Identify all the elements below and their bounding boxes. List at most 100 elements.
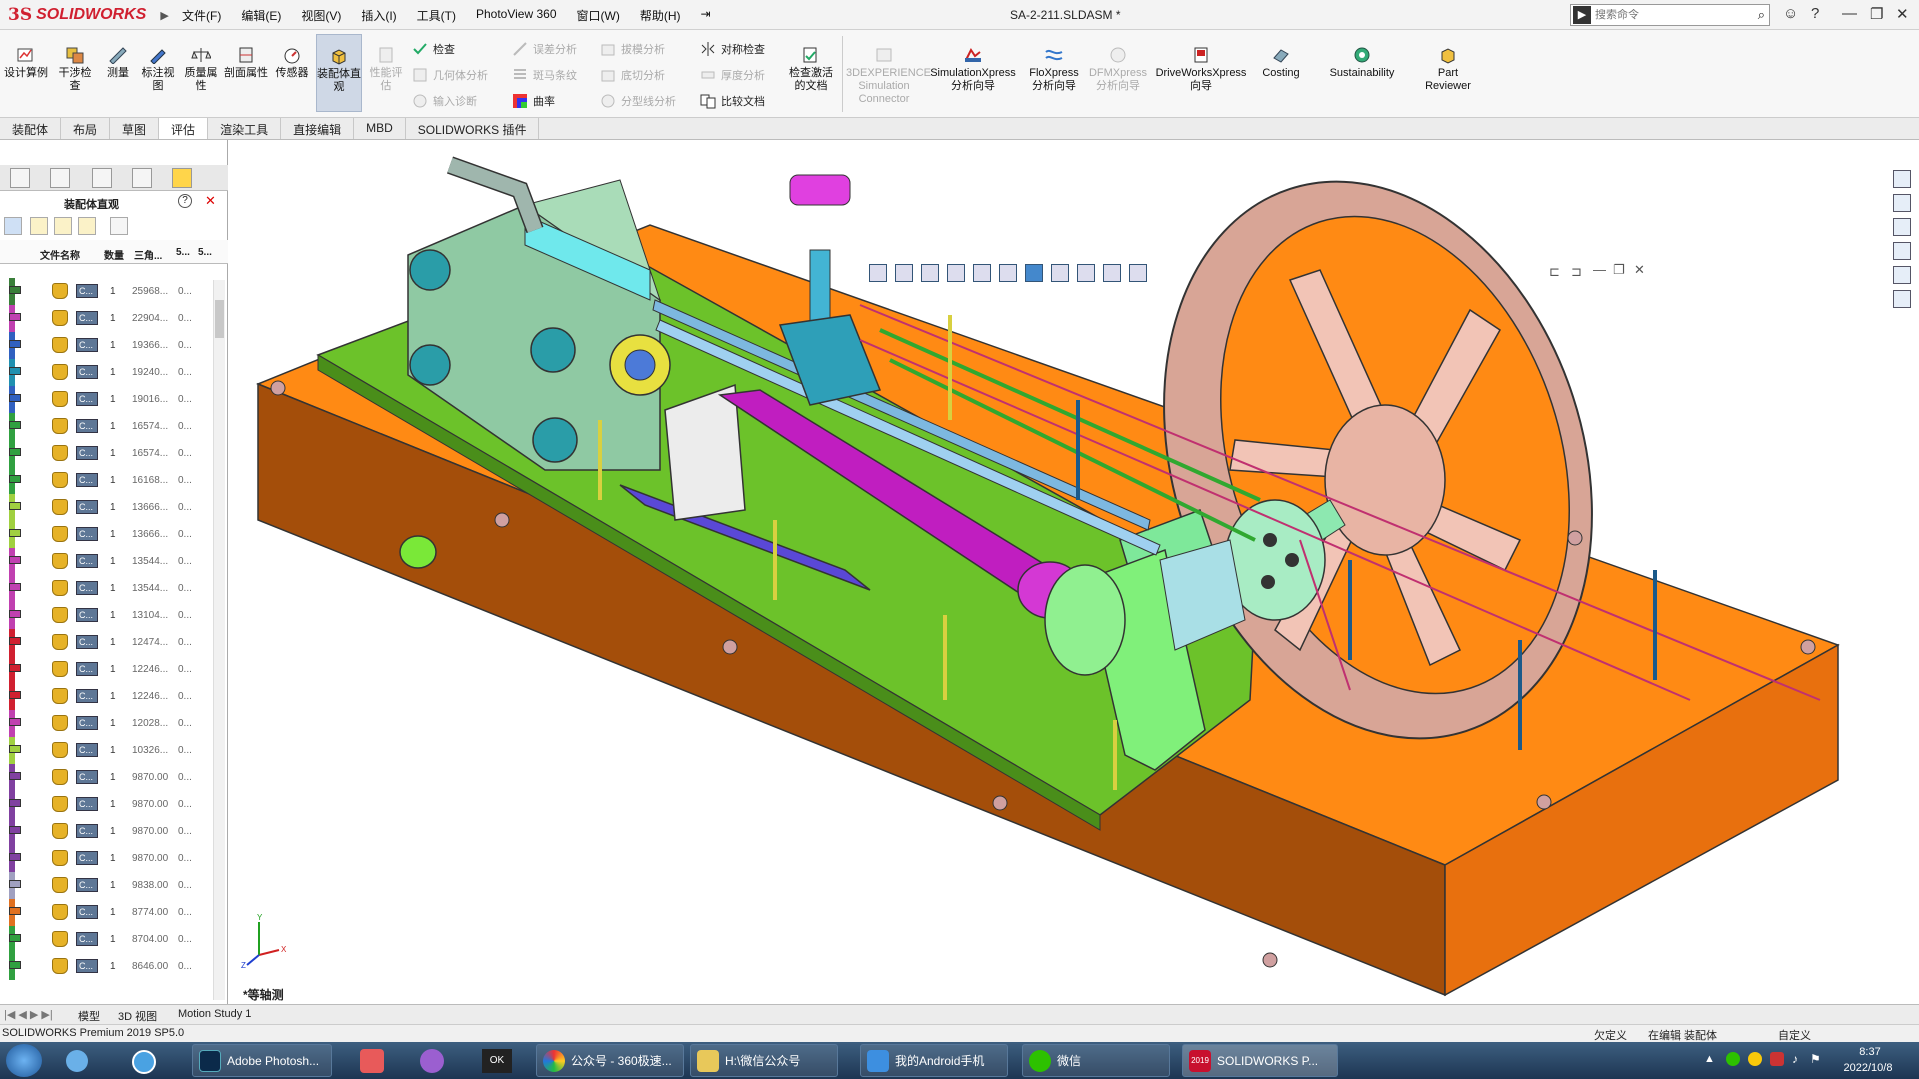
property-manager-tab-icon[interactable] [50,168,70,188]
tray-wechat-icon[interactable] [1726,1052,1740,1066]
color-flag-icon[interactable] [9,448,21,456]
start-button[interactable] [6,1044,42,1077]
assembly-visualization-button[interactable]: 装配体直观 [316,34,362,112]
list-item[interactable]: C... 1 9870.00 0... [0,818,228,845]
close-panel-icon[interactable]: ✕ [205,193,216,209]
dfmxpress-button[interactable]: DFMXpress 分析向导 [1088,34,1148,112]
parting-line-analysis-button[interactable]: 分型线分析 [600,91,676,111]
color-flag-icon[interactable] [9,745,21,753]
tab-evaluate[interactable]: 评估 [159,118,209,139]
pinned-app-icon[interactable] [66,1050,88,1072]
user-icon[interactable]: ☺ [1783,5,1798,22]
color-flag-icon[interactable] [9,340,21,348]
flat-view-icon[interactable] [30,217,48,235]
list-item[interactable]: C... 1 19240... 0... [0,359,228,386]
color-flag-icon[interactable] [9,394,21,402]
list-item[interactable]: C... 1 12474... 0... [0,629,228,656]
minimize-icon[interactable]: — [1842,5,1857,22]
column-quantity[interactable]: 数量 [104,247,124,262]
taskbar-photoshop[interactable]: Adobe Photosh... [192,1044,332,1077]
maximize-icon[interactable]: ❐ [1870,5,1883,23]
menu-edit[interactable]: 编辑(E) [231,7,291,24]
color-flag-icon[interactable] [9,502,21,510]
color-flag-icon[interactable] [9,313,21,321]
panel-scrollbar[interactable] [213,280,225,1000]
undercut-analysis-button[interactable]: 底切分析 [600,65,665,85]
list-item[interactable]: C... 1 9838.00 0... [0,872,228,899]
list-item[interactable]: C... 1 13544... 0... [0,548,228,575]
pinned-app-4-icon[interactable]: OK [482,1049,512,1073]
color-flag-icon[interactable] [9,637,21,645]
network-icon[interactable]: ⚑ [1810,1052,1821,1066]
tab-motion-study[interactable]: Motion Study 1 [178,1008,251,1020]
pinned-app-2-icon[interactable] [360,1049,384,1073]
help-icon[interactable]: ? [1811,5,1819,22]
section-properties-button[interactable]: 剖面属性 [224,34,268,112]
list-item[interactable]: C... 1 16574... 0... [0,413,228,440]
pinned-app-3-icon[interactable] [420,1049,444,1073]
color-flag-icon[interactable] [9,529,21,537]
driveworksxpress-button[interactable]: DriveWorksXpress 向导 [1152,34,1250,112]
color-flag-icon[interactable] [9,286,21,294]
markup-view-button[interactable]: 标注视图 [138,34,178,112]
list-item[interactable]: C... 1 16168... 0... [0,467,228,494]
list-item[interactable]: C... 1 12246... 0... [0,656,228,683]
thickness-analysis-button[interactable]: 厚度分析 [700,65,765,85]
nested-view-icon[interactable] [54,217,72,235]
file-explorer-icon[interactable] [1893,218,1911,236]
tab-layout[interactable]: 布局 [61,118,111,139]
scrollbar-thumb[interactable] [215,300,224,338]
simulationxpress-button[interactable]: SimulationXpress 分析向导 [930,34,1016,112]
taskbar-wechat[interactable]: 微信 [1022,1044,1170,1077]
color-flag-icon[interactable] [9,475,21,483]
tab-sketch[interactable]: 草图 [110,118,160,139]
tab-scroll-arrows-icon[interactable]: |◀ ◀ ▶ ▶| [4,1008,53,1021]
list-item[interactable]: C... 1 13666... 0... [0,494,228,521]
menu-tools[interactable]: 工具(T) [407,7,466,24]
design-library-icon[interactable] [1893,194,1911,212]
color-flag-icon[interactable] [9,718,21,726]
color-flag-icon[interactable] [9,961,21,969]
taskbar-explorer[interactable]: H:\微信公众号 [690,1044,838,1077]
list-item[interactable]: C... 1 8646.00 0... [0,953,228,980]
color-flag-icon[interactable] [9,826,21,834]
logo-arrow-icon[interactable]: ▶ [160,9,168,22]
ie-icon[interactable] [132,1050,156,1074]
assembly-visualization-tab-icon[interactable] [172,168,192,188]
menu-window[interactable]: 窗口(W) [567,7,630,24]
list-item[interactable]: C... 1 19366... 0... [0,332,228,359]
list-item[interactable]: C... 1 13544... 0... [0,575,228,602]
menu-file[interactable]: 文件(F) [172,7,231,24]
search-icon[interactable]: ⌕ [1758,7,1765,23]
color-flag-icon[interactable] [9,772,21,780]
appearances-icon[interactable] [1893,266,1911,284]
performance-evaluation-button[interactable]: 性能评估 [366,34,406,112]
list-item[interactable]: C... 1 25968... 0... [0,278,228,305]
import-diagnostics-button[interactable]: 输入诊断 [412,91,477,111]
clock-time[interactable]: 8:37 [1840,1046,1900,1058]
3dexperience-simulation-button[interactable]: 3DEXPERIENCE Simulation Connector [846,34,931,112]
design-study-button[interactable]: 设计算例 [4,34,48,112]
volume-icon[interactable]: ♪ [1792,1052,1798,1066]
zebra-stripes-button[interactable]: 斑马条纹 [512,65,577,85]
column-5b[interactable]: 5... [198,247,212,258]
filter-icon[interactable] [110,217,128,235]
sustainability-button[interactable]: Sustainability [1320,34,1404,112]
search-commands[interactable]: ▶ ⌕ [1570,4,1770,26]
mass-properties-button[interactable]: 质量属性 [180,34,222,112]
color-flag-icon[interactable] [9,691,21,699]
color-flag-icon[interactable] [9,934,21,942]
list-item[interactable]: C... 1 9870.00 0... [0,791,228,818]
costing-button[interactable]: Costing [1256,34,1306,112]
column-5a[interactable]: 5... [176,247,190,258]
clock-date[interactable]: 2022/10/8 [1828,1062,1908,1074]
list-item[interactable]: C... 1 22904... 0... [0,305,228,332]
list-item[interactable]: C... 1 12246... 0... [0,683,228,710]
tray-app-icon[interactable] [1770,1052,1784,1066]
color-flag-icon[interactable] [9,664,21,672]
menu-photoview[interactable]: PhotoView 360 [466,7,567,24]
column-file-name[interactable]: 文件名称 [40,247,80,262]
symmetry-check-button[interactable]: 对称检查 [700,39,765,59]
column-triangles[interactable]: 三角... [134,247,162,262]
tab-mbd[interactable]: MBD [354,118,406,139]
